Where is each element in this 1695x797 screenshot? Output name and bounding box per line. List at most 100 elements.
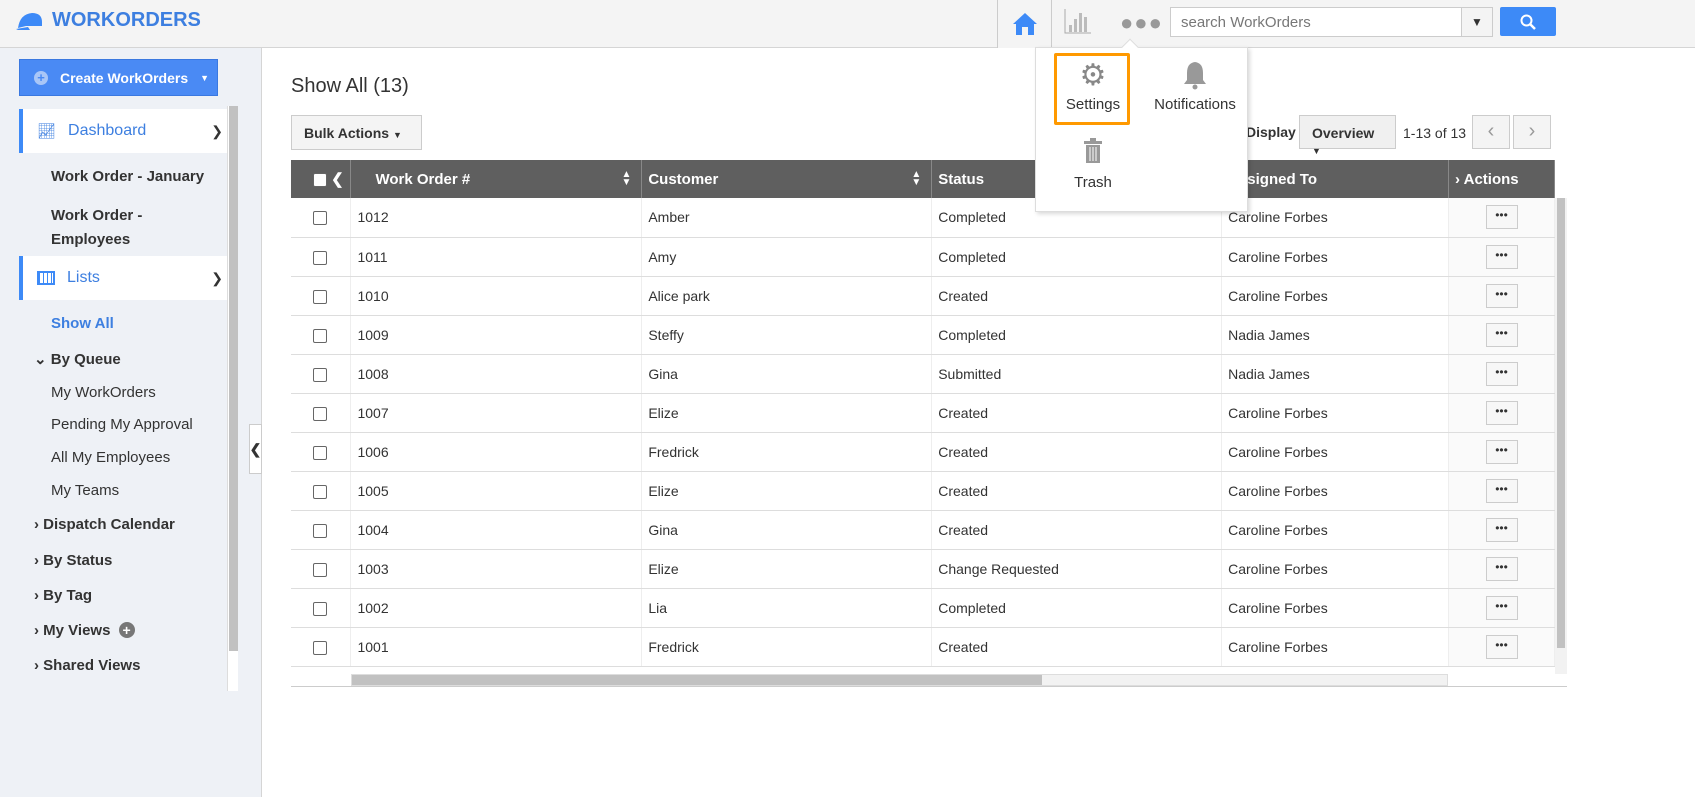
row-checkbox[interactable] <box>313 445 327 460</box>
row-checkbox[interactable] <box>313 367 327 382</box>
cell-work-order-number[interactable]: 1011 <box>350 237 643 277</box>
table-row[interactable]: 1010 Alice park Created Caroline Forbes ••• <box>291 276 1555 316</box>
sidebar-scrollbar[interactable] <box>227 106 238 691</box>
row-checkbox[interactable] <box>313 484 327 499</box>
actions-cell: ••• <box>1448 627 1555 667</box>
cell-work-order-number[interactable]: 1001 <box>350 627 643 667</box>
more-icon[interactable]: ●●● <box>1120 10 1163 36</box>
row-actions-button[interactable]: ••• <box>1485 517 1518 542</box>
sidebar-item-queue[interactable]: My WorkOrders <box>51 384 156 401</box>
cell-work-order-number[interactable]: 1006 <box>350 432 643 472</box>
home-button[interactable] <box>997 0 1052 48</box>
create-workorders-button[interactable]: + Create WorkOrders ▼ <box>19 59 218 96</box>
settings-menu-item[interactable]: ⚙︎ Settings <box>1058 60 1128 114</box>
row-actions-button[interactable]: ••• <box>1485 283 1518 308</box>
cell-assigned-to: Nadia James <box>1221 315 1449 355</box>
row-actions-button[interactable]: ••• <box>1485 595 1518 620</box>
cell-assigned-to: Caroline Forbes <box>1221 237 1449 277</box>
cell-work-order-number[interactable]: 1003 <box>350 549 643 589</box>
row-checkbox[interactable] <box>313 250 327 265</box>
cell-status: Created <box>931 471 1223 511</box>
column-header-customer[interactable]: Customer ▲ ▼ <box>641 160 933 198</box>
row-checkbox[interactable] <box>313 328 327 343</box>
row-actions-button[interactable]: ••• <box>1485 244 1518 269</box>
row-actions-button[interactable]: ••• <box>1485 322 1518 347</box>
bulk-actions-button[interactable]: Bulk Actions ▼ <box>291 115 422 150</box>
sidebar-group[interactable]: › Dispatch Calendar <box>34 516 175 533</box>
prev-page-button[interactable]: ‹ <box>1472 115 1510 149</box>
trash-menu-item[interactable]: Trash <box>1058 138 1128 191</box>
sidebar-item-show-all[interactable]: Show All <box>51 315 114 332</box>
select-all-checkbox[interactable] <box>313 173 327 188</box>
table-row[interactable]: 1003 Elize Change Requested Caroline Forbes… <box>291 549 1555 589</box>
table-row[interactable]: 1004 Gina Created Caroline Forbes ••• <box>291 510 1555 550</box>
sidebar-group[interactable]: › Shared Views <box>34 657 140 674</box>
notifications-menu-item[interactable]: Notifications <box>1148 60 1242 113</box>
sidebar-item-dashboard[interactable]: Work Order - January <box>51 168 204 185</box>
display-select[interactable]: Overview ▼ <box>1299 115 1396 156</box>
search-button[interactable] <box>1500 7 1556 36</box>
table-horizontal-scrollbar[interactable] <box>351 674 1448 686</box>
search-dropdown[interactable]: ▼ <box>1461 7 1493 37</box>
cell-status: Created <box>931 393 1223 433</box>
group-label: Dispatch Calendar <box>43 516 175 533</box>
column-header-assigned-to[interactable]: Assigned To <box>1221 160 1449 198</box>
collapse-sidebar-button[interactable]: ❮ <box>249 424 262 474</box>
row-checkbox[interactable] <box>313 523 327 538</box>
sidebar-item-queue[interactable]: Pending My Approval <box>51 416 193 433</box>
column-header-work-order[interactable]: Work Order # ▲ ▼ <box>350 160 643 198</box>
table-vertical-scrollbar[interactable] <box>1555 198 1567 674</box>
app-logo[interactable]: WORKORDERS <box>16 9 201 32</box>
row-actions-button[interactable]: ••• <box>1485 556 1518 581</box>
cell-work-order-number[interactable]: 1010 <box>350 276 643 316</box>
row-checkbox[interactable] <box>313 211 327 226</box>
cell-work-order-number[interactable]: 1007 <box>350 393 643 433</box>
table-row[interactable]: 1011 Amy Completed Caroline Forbes ••• <box>291 237 1555 277</box>
cell-work-order-number[interactable]: 1004 <box>350 510 643 550</box>
sidebar-item-queue[interactable]: All My Employees <box>51 449 170 466</box>
sidebar-item-dashboard[interactable]: Work Order - Employees <box>51 204 221 252</box>
sidebar-item-queue[interactable]: My Teams <box>51 482 119 499</box>
cell-work-order-number[interactable]: 1009 <box>350 315 643 355</box>
row-actions-button[interactable]: ••• <box>1485 439 1518 464</box>
row-select-cell <box>291 627 352 667</box>
table-row[interactable]: 1006 Fredrick Created Caroline Forbes ••• <box>291 432 1555 472</box>
table-row[interactable]: 1002 Lia Completed Caroline Forbes ••• <box>291 588 1555 628</box>
sidebar-group-by-queue[interactable]: ⌄ By Queue <box>34 350 121 368</box>
row-checkbox[interactable] <box>313 601 327 616</box>
search-input[interactable]: search WorkOrders <box>1170 7 1462 37</box>
row-actions-button[interactable]: ••• <box>1485 205 1518 230</box>
chevron-left-icon[interactable]: ❮ <box>331 171 344 188</box>
row-checkbox[interactable] <box>313 640 327 655</box>
row-checkbox[interactable] <box>313 562 327 577</box>
table-row[interactable]: 1007 Elize Created Caroline Forbes ••• <box>291 393 1555 433</box>
table-row[interactable]: 1009 Steffy Completed Nadia James ••• <box>291 315 1555 355</box>
row-actions-button[interactable]: ••• <box>1485 361 1518 386</box>
row-checkbox[interactable] <box>313 289 327 304</box>
row-select-cell <box>291 315 352 355</box>
cell-work-order-number[interactable]: 1008 <box>350 354 643 394</box>
sidebar-section-lists[interactable]: Lists ❯ <box>19 256 227 300</box>
table-row[interactable]: 1005 Elize Created Caroline Forbes ••• <box>291 471 1555 511</box>
sidebar-group[interactable]: › By Tag <box>34 587 92 604</box>
table-row[interactable]: 1012 Amber Completed Caroline Forbes ••• <box>291 198 1555 238</box>
notifications-label: Notifications <box>1154 96 1236 113</box>
row-actions-button[interactable]: ••• <box>1485 634 1518 659</box>
sidebar-group[interactable]: › By Status <box>34 552 112 569</box>
cell-status: Submitted <box>931 354 1223 394</box>
table-row[interactable]: 1001 Fredrick Created Caroline Forbes ••• <box>291 627 1555 667</box>
row-actions-button[interactable]: ••• <box>1485 400 1518 425</box>
cell-work-order-number[interactable]: 1002 <box>350 588 643 628</box>
cell-work-order-number[interactable]: 1005 <box>350 471 643 511</box>
row-actions-button[interactable]: ••• <box>1485 478 1518 503</box>
actions-cell: ••• <box>1448 471 1555 511</box>
next-page-button[interactable]: › <box>1513 115 1551 149</box>
cell-work-order-number[interactable]: 1012 <box>350 198 643 238</box>
sidebar-section-dashboard[interactable]: 📈︎ Dashboard ❯ <box>19 109 227 153</box>
row-checkbox[interactable] <box>313 406 327 421</box>
cell-assigned-to: Nadia James <box>1221 354 1449 394</box>
add-view-icon[interactable]: + <box>118 622 135 638</box>
sidebar-group[interactable]: › My Views + <box>34 622 135 639</box>
table-row[interactable]: 1008 Gina Submitted Nadia James ••• <box>291 354 1555 394</box>
reports-icon[interactable] <box>1064 8 1092 34</box>
